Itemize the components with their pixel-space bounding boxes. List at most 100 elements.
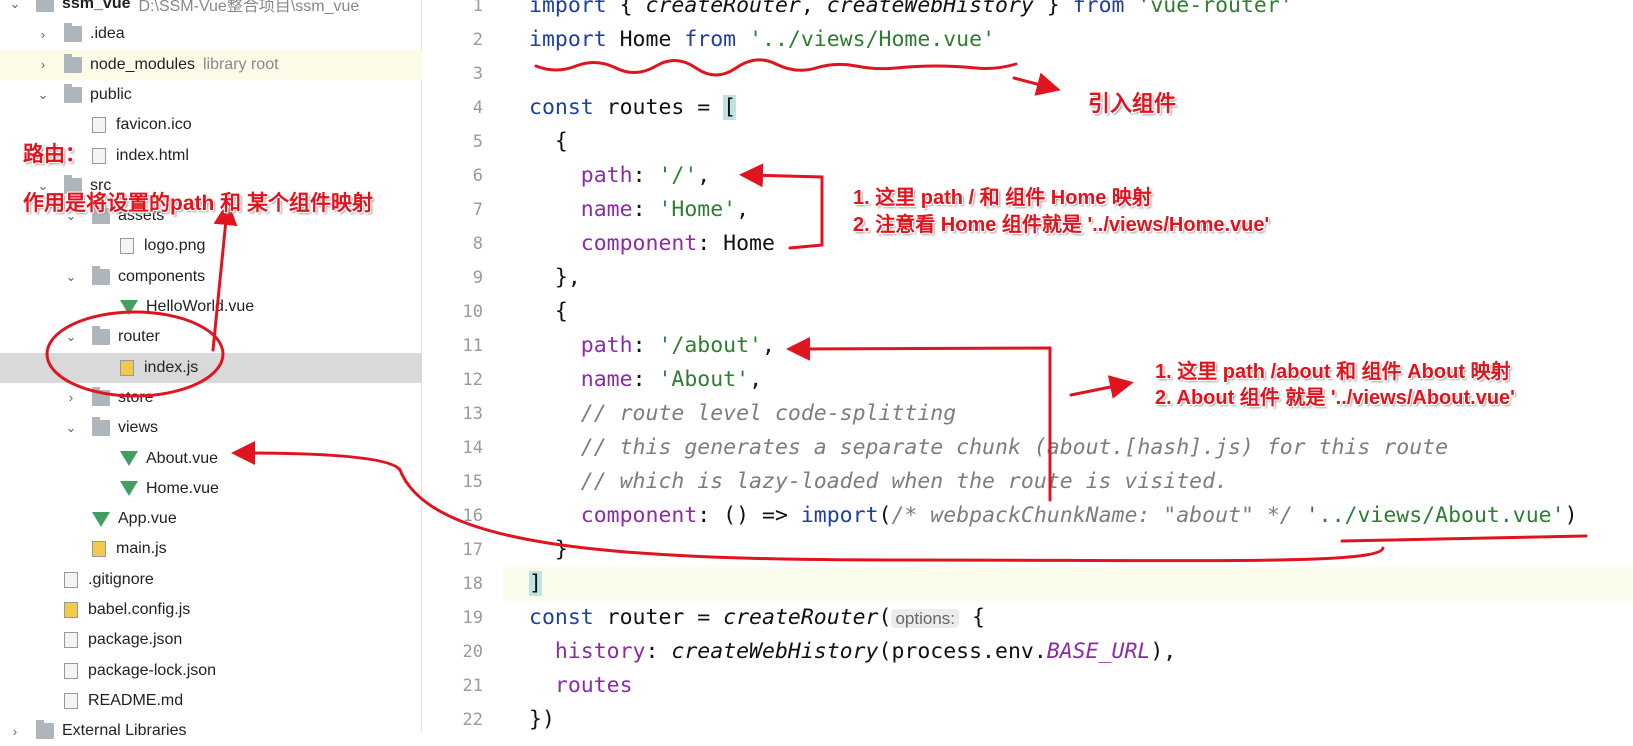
tree-item[interactable]: ⌄ router	[0, 322, 422, 352]
code-line[interactable]: routes	[503, 669, 1633, 703]
vue-icon	[92, 511, 110, 527]
folder-icon	[36, 720, 54, 740]
code-line[interactable]: // this generates a separate chunk (abou…	[503, 431, 1633, 465]
folder-icon	[92, 326, 110, 346]
tree-item[interactable]: › .idea	[0, 19, 422, 49]
chevron-down-icon[interactable]: ⌄	[64, 269, 78, 285]
chevron-down-icon[interactable]: ⌄	[64, 420, 78, 436]
tree-item[interactable]: babel.config.js	[0, 595, 422, 625]
code-line[interactable]: })	[503, 703, 1633, 737]
tree-item-label: node_modules	[90, 55, 195, 73]
chevron-down-icon[interactable]: ⌄	[64, 329, 78, 345]
tree-item[interactable]: ⌄ views	[0, 413, 422, 443]
folder-icon	[36, 0, 54, 12]
tree-item[interactable]: App.vue	[0, 504, 422, 534]
code-token: {	[619, 0, 646, 18]
code-token: // which is lazy-loaded when the route i…	[580, 469, 1228, 494]
tree-item[interactable]: Home.vue	[0, 474, 422, 504]
code-token: from	[1072, 0, 1138, 18]
tree-item[interactable]: › store	[0, 383, 422, 413]
tree-item-label: index.html	[116, 146, 189, 164]
code-line[interactable]: import Home from '../views/Home.vue'	[503, 23, 1633, 57]
tree-item-label: About.vue	[146, 449, 219, 467]
folder-icon	[92, 265, 110, 285]
code-token: component	[580, 503, 698, 528]
code-line[interactable]: component: () => import(/* webpackChunkN…	[503, 499, 1633, 533]
tree-item[interactable]: index.js	[0, 352, 422, 383]
tree-item[interactable]: main.js	[0, 534, 422, 564]
tree-item[interactable]: package.json	[0, 625, 422, 655]
line-number: 3	[472, 64, 483, 84]
code-token: createRouter	[645, 0, 801, 18]
tree-item[interactable]: favicon.ico	[0, 110, 422, 140]
code-token: }	[1033, 0, 1073, 18]
tree-item-label: Home.vue	[146, 479, 219, 497]
router-note-desc: 作用是将设置的path 和 某个组件映射	[23, 192, 373, 215]
code-token: : Home	[697, 231, 775, 256]
code-line[interactable]: }	[503, 533, 1633, 567]
tree-item[interactable]: About.vue	[0, 444, 422, 474]
tree-item[interactable]: ⌄ ssm_vue D:\SSM-Vue整合项目\ssm_vue	[0, 0, 422, 19]
tree-item-label: .idea	[90, 25, 125, 43]
code-line[interactable]: const router = createRouter(options: {	[503, 601, 1633, 635]
code-line[interactable]: },	[503, 261, 1633, 295]
file-icon	[64, 571, 78, 588]
file-icon	[64, 692, 78, 709]
tree-item[interactable]: HelloWorld.vue	[0, 292, 422, 322]
code-token: import	[800, 503, 879, 528]
code-line[interactable]: const routes = [	[503, 91, 1633, 125]
tree-item[interactable]: README.md	[0, 686, 422, 716]
tree-item[interactable]: .gitignore	[0, 565, 422, 595]
code-token: },	[529, 265, 581, 290]
file-icon	[92, 117, 106, 134]
code-line[interactable]	[503, 57, 1633, 91]
code-token: :	[632, 163, 659, 188]
tree-item-label: External Libraries	[62, 722, 187, 740]
chevron-right-icon[interactable]: ›	[36, 57, 50, 72]
router-note-title: 路由：	[23, 143, 86, 166]
tree-item[interactable]: › External Libraries	[0, 716, 422, 746]
code-token: [	[723, 95, 737, 120]
code-line[interactable]: // which is lazy-loaded when the route i…	[503, 465, 1633, 499]
code-token: path	[580, 163, 633, 188]
code-token: createWebHistory	[826, 0, 1034, 18]
chevron-right-icon[interactable]: ›	[36, 27, 50, 42]
code-token: component	[580, 231, 698, 256]
code-line[interactable]: ]	[503, 567, 1633, 601]
line-number: 22	[462, 710, 483, 730]
chevron-right-icon[interactable]: ›	[64, 390, 78, 405]
line-number: 11	[462, 336, 483, 356]
line-number: 12	[462, 370, 483, 390]
home-note-2: 2. 注意看 Home 组件就是 '../views/Home.vue'	[853, 214, 1270, 236]
code-token: router =	[606, 605, 724, 630]
code-line[interactable]: history: createWebHistory(process.env.BA…	[503, 635, 1633, 669]
code-token: createWebHistory	[671, 639, 879, 664]
tree-item[interactable]: package-lock.json	[0, 656, 422, 686]
tree-item[interactable]: › node_modules library root	[0, 49, 422, 80]
code-token: from	[684, 27, 750, 52]
tree-item[interactable]: logo.png	[0, 231, 422, 261]
tree-item-extra: D:\SSM-Vue整合项目\ssm_vue	[138, 0, 360, 15]
code-token: history	[554, 639, 646, 664]
folder-icon	[64, 53, 82, 73]
code-token: import	[529, 27, 620, 52]
code-token: path	[580, 333, 633, 358]
tree-item-label: logo.png	[144, 237, 206, 255]
tree-item[interactable]: ⌄ components	[0, 262, 422, 292]
code-token: })	[529, 707, 555, 732]
code-token: ,	[749, 367, 763, 392]
code-line[interactable]: import { createRouter, createWebHistory …	[503, 0, 1633, 23]
chevron-right-icon[interactable]: ›	[8, 724, 22, 739]
tree-item-label: babel.config.js	[88, 601, 191, 618]
code-line[interactable]: {	[503, 295, 1633, 329]
chevron-down-icon[interactable]: ⌄	[8, 0, 22, 12]
tree-item[interactable]: ⌄ public	[0, 80, 422, 110]
code-token: :	[632, 197, 659, 222]
chevron-down-icon[interactable]: ⌄	[36, 87, 50, 103]
code-token: routes	[554, 673, 633, 698]
folder-icon	[64, 83, 82, 103]
tree-item-label: favicon.ico	[116, 116, 192, 134]
code-line[interactable]: {	[503, 125, 1633, 159]
line-number-gutter: 1 2 3 4 5 6 7 8 9 10 11 12 13 14 15 16 17 18 19 20 21 22	[423, 0, 503, 733]
